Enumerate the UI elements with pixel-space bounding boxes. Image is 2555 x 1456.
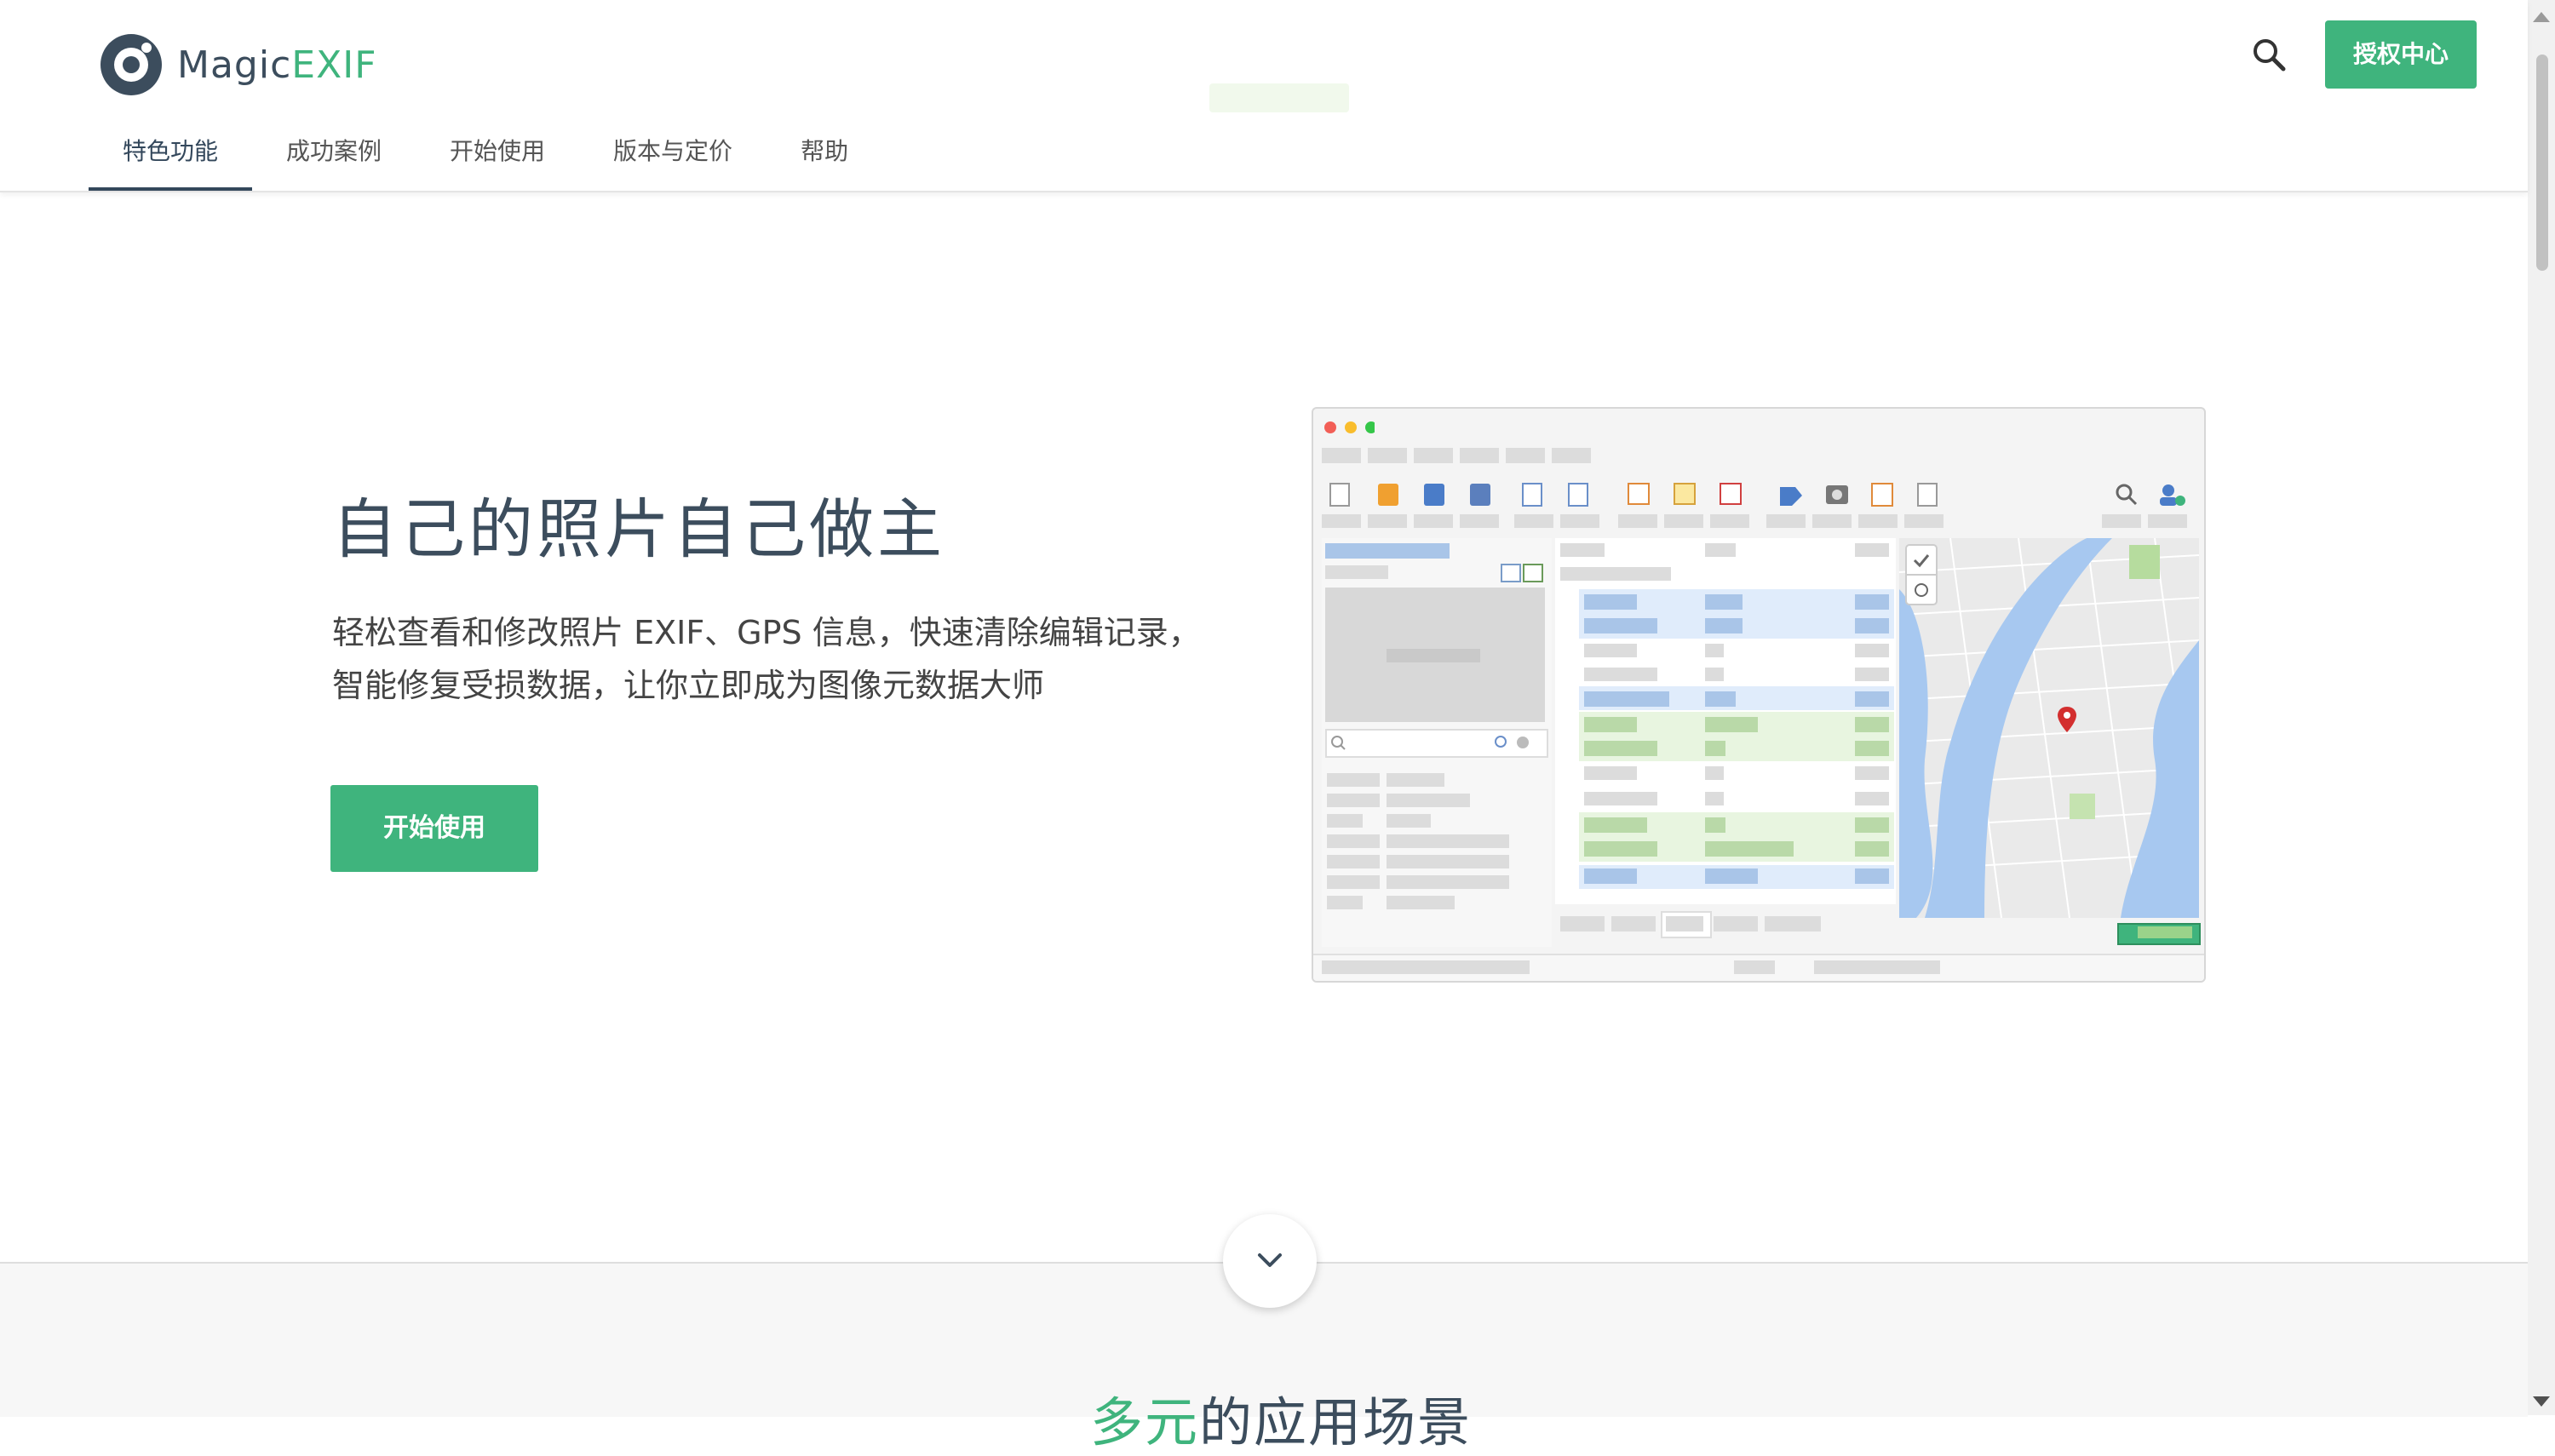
brand-name-part1: Magic (177, 43, 292, 87)
search-icon[interactable] (2248, 34, 2291, 77)
hero-subtitle-line2: 智能修复受损数据，让你立即成为图像元数据大师 (332, 667, 1045, 704)
logo-icon (100, 34, 162, 95)
map-view (1899, 538, 2199, 918)
license-center-button[interactable]: 授权中心 (2325, 20, 2477, 89)
scroll-down-arrow-icon[interactable] (2533, 1396, 2550, 1407)
nav-item-get-started[interactable]: 开始使用 (416, 119, 579, 187)
scroll-up-icon[interactable] (2533, 12, 2550, 22)
nav-item-pricing[interactable]: 版本与定价 (579, 119, 766, 187)
nav-item-help[interactable]: 帮助 (766, 119, 882, 187)
hero-subtitle-line1: 轻松查看和修改照片 EXIF、GPS 信息，快速清除编辑记录， (332, 614, 1201, 651)
nav-item-features[interactable]: 特色功能 (89, 119, 253, 191)
app-screenshot (1312, 407, 2206, 983)
header-decoration (1209, 83, 1349, 112)
section-title: 多元的应用场景 (1090, 1379, 1472, 1456)
main-nav: 特色功能 成功案例 开始使用 版本与定价 帮助 (89, 119, 882, 191)
brand-logo[interactable]: MagicEXIF (100, 32, 377, 97)
nav-item-cases[interactable]: 成功案例 (252, 119, 416, 187)
scroll-down-button[interactable] (1223, 1214, 1317, 1308)
page-scrollbar[interactable] (2528, 0, 2555, 1415)
brand-name-part2: EXIF (291, 43, 377, 87)
site-header: MagicEXIF 特色功能 成功案例 开始使用 版本与定价 帮助 授权中心 (0, 0, 2528, 192)
window-controls-icon (1324, 421, 1375, 433)
scrollbar-thumb[interactable] (2536, 54, 2548, 271)
section-title-accent: 多元 (1090, 1391, 1200, 1453)
get-started-button[interactable]: 开始使用 (330, 785, 538, 872)
toolbar-icons (1329, 483, 2185, 507)
chevron-down-icon (1258, 1253, 1282, 1267)
brand-name: MagicEXIF (177, 43, 377, 87)
hero-subtitle: 轻松查看和修改照片 EXIF、GPS 信息，快速清除编辑记录， 智能修复受损数据… (332, 606, 1201, 712)
panel-search-icon (1331, 736, 1529, 750)
section-title-rest: 的应用场景 (1199, 1391, 1473, 1453)
hero-title: 自己的照片自己做主 (332, 491, 945, 567)
